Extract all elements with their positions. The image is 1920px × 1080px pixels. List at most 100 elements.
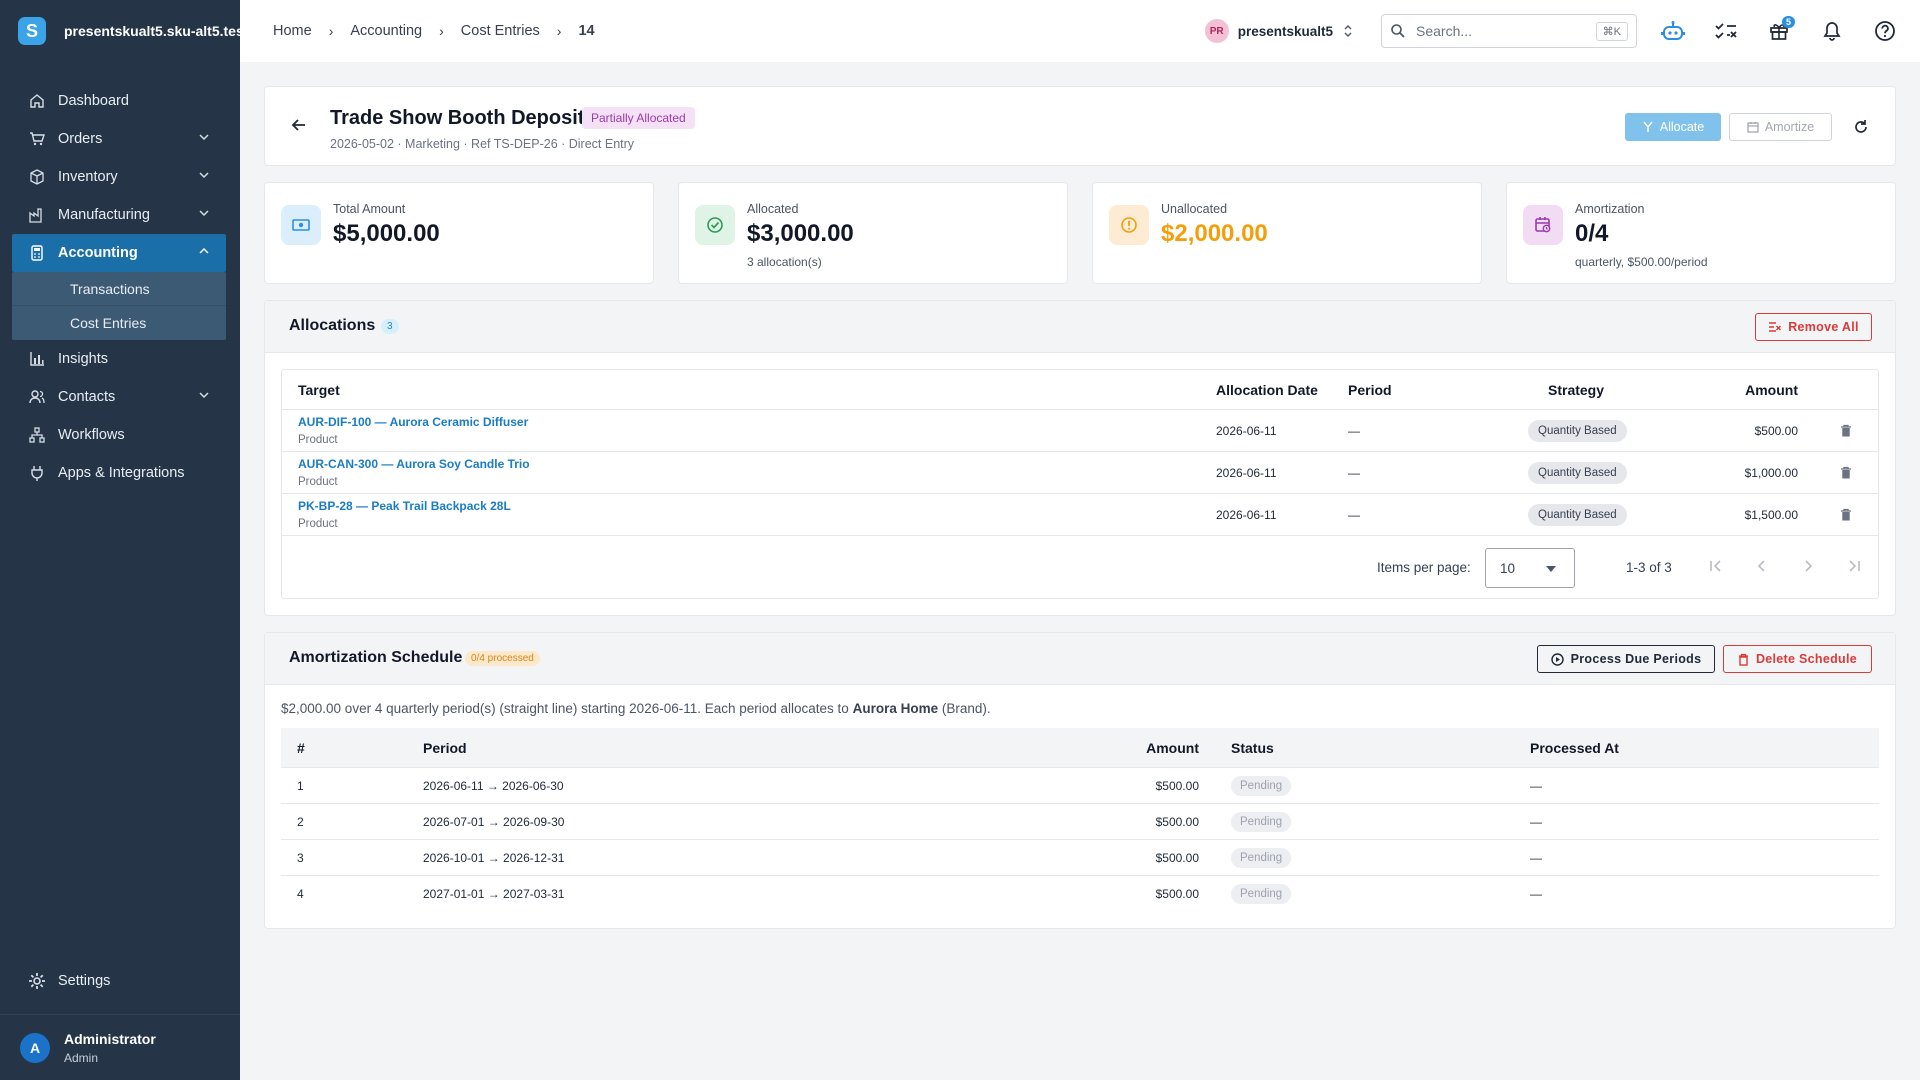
remove-all-button[interactable]: Remove All [1755, 313, 1872, 341]
user-profile[interactable]: A Administrator Admin [0, 1014, 240, 1080]
sidebar: S presentskualt5.sku-alt5.test Dashboard… [0, 0, 240, 1080]
sidebar-item-label: Orders [58, 131, 103, 147]
caret-down-icon [1546, 566, 1556, 572]
page-range: 1-3 of 3 [1626, 559, 1672, 575]
cost-entry-header: Trade Show Booth Deposit Partially Alloc… [264, 86, 1896, 166]
sidebar-item-dashboard[interactable]: Dashboard [0, 82, 240, 120]
chevron-down-icon [198, 389, 210, 401]
target-link[interactable]: PK-BP-28 — Peak Trail Backpack 28L [298, 499, 511, 513]
col-amount: Amount [1146, 739, 1199, 756]
alert-circle-icon [1109, 205, 1149, 245]
whats-new-button[interactable]: 5 [1761, 13, 1797, 49]
help-button[interactable] [1867, 13, 1903, 49]
org-switcher[interactable]: PR presentskualt5 [1204, 19, 1353, 43]
search-input[interactable]: Search... [1416, 23, 1596, 39]
search-icon [1390, 23, 1406, 39]
sidebar-nav: Dashboard Orders Inventory Manufacturing… [0, 82, 240, 492]
delete-schedule-label: Delete Schedule [1755, 652, 1858, 666]
people-icon [28, 388, 46, 406]
breadcrumb-cost-entries[interactable]: Cost Entries [461, 23, 540, 39]
amortization-section: Amortization Schedule 0/4 processed Proc… [264, 632, 1896, 929]
topbar-actions: PR presentskualt5 Search... ⌘K 5 [1204, 0, 1920, 62]
sidebar-item-apps-integrations[interactable]: Apps & Integrations [0, 454, 240, 492]
sidebar-subitem-transactions[interactable]: Transactions [12, 272, 226, 306]
bell-icon [1823, 21, 1841, 41]
money-icon [281, 205, 321, 245]
period-number: 2 [297, 814, 304, 829]
sidebar-item-workflows[interactable]: Workflows [0, 416, 240, 454]
trash-icon[interactable] [1840, 410, 1852, 451]
sidebar-item-contacts[interactable]: Contacts [0, 378, 240, 416]
chevron-down-icon [198, 169, 210, 181]
status-badge: Pending [1231, 811, 1292, 832]
calendar-icon [1747, 121, 1759, 133]
trash-icon [1738, 653, 1749, 666]
col-strategy[interactable]: Strategy [1548, 370, 1604, 409]
search-bar[interactable]: Search... ⌘K [1381, 14, 1637, 48]
sidebar-item-orders[interactable]: Orders [0, 120, 240, 158]
topbar: Home › Accounting › Cost Entries › 14 PR… [240, 0, 1920, 62]
remove-all-label: Remove All [1788, 320, 1859, 334]
sidebar-item-label: Accounting [58, 245, 138, 261]
trash-icon[interactable] [1840, 494, 1852, 535]
sidebar-footer: Settings A Administrator Admin [0, 962, 240, 1080]
target-link[interactable]: AUR-CAN-300 — Aurora Soy Candle Trio [298, 457, 530, 471]
back-arrow-icon[interactable] [291, 117, 307, 133]
sidebar-item-label: Contacts [58, 389, 116, 405]
allocations-section: Allocations 3 Remove All Target Allocati… [264, 300, 1896, 616]
status-badge: Partially Allocated [582, 107, 695, 129]
table-row: 3 2026-10-01 → 2026-12-31 $500.00 Pendin… [281, 840, 1879, 876]
schedule-description-text: $2,000.00 over 4 quarterly period(s) (st… [281, 701, 849, 716]
sidebar-item-insights[interactable]: Insights [0, 340, 240, 378]
allocate-button[interactable]: Allocate [1625, 113, 1721, 141]
help-icon [1874, 20, 1896, 42]
sidebar-item-manufacturing[interactable]: Manufacturing [0, 196, 240, 234]
prev-page-icon[interactable] [1754, 558, 1770, 574]
allocation-date: 2026-06-11 [1216, 423, 1277, 438]
col-period[interactable]: Period [1348, 370, 1392, 409]
refresh-icon[interactable] [1853, 119, 1869, 135]
trash-icon[interactable] [1840, 452, 1852, 493]
col-target[interactable]: Target [298, 370, 340, 409]
table-header-row: # Period Amount Status Processed At [281, 728, 1879, 768]
app-logo[interactable]: S [18, 17, 46, 45]
col-allocation-date[interactable]: Allocation Date [1216, 370, 1318, 409]
next-page-icon[interactable] [1800, 558, 1816, 574]
sidebar-subitem-cost-entries[interactable]: Cost Entries [12, 306, 226, 340]
chevron-down-icon [198, 207, 210, 219]
delete-schedule-button[interactable]: Delete Schedule [1723, 645, 1872, 673]
period-amount: $500.00 [1155, 850, 1199, 865]
breadcrumb-home[interactable]: Home [273, 23, 312, 39]
last-page-icon[interactable] [1846, 558, 1862, 574]
calendar-clock-icon [1523, 205, 1563, 245]
allocation-date: 2026-06-11 [1216, 465, 1277, 480]
breadcrumb-current: 14 [578, 23, 595, 39]
breadcrumb-accounting[interactable]: Accounting [350, 23, 422, 39]
table-header-row: Target Allocation Date Period Strategy A… [282, 370, 1878, 410]
target-type: Product [298, 518, 338, 530]
allocation-amount: $1,000.00 [1744, 465, 1798, 480]
remove-list-icon [1768, 321, 1782, 333]
robot-icon [1661, 20, 1685, 42]
user-name: Administrator [64, 1030, 156, 1047]
period-range: 2027-01-01 → 2027-03-31 [423, 887, 565, 901]
stat-label: Total Amount [333, 202, 406, 216]
processed-at: — [1530, 850, 1542, 865]
check-circle-icon [695, 205, 735, 245]
col-amount[interactable]: Amount [1745, 370, 1798, 409]
period-amount: $500.00 [1155, 814, 1199, 829]
sidebar-item-settings[interactable]: Settings [0, 962, 240, 1000]
tasks-button[interactable] [1708, 13, 1744, 49]
stat-value: $2,000.00 [1161, 220, 1268, 247]
target-link[interactable]: AUR-DIF-100 — Aurora Ceramic Diffuser [298, 415, 528, 429]
notifications-button[interactable] [1814, 13, 1850, 49]
process-due-periods-button[interactable]: Process Due Periods [1537, 645, 1715, 673]
first-page-icon[interactable] [1708, 558, 1724, 574]
items-per-page-select[interactable]: 10 [1485, 548, 1575, 588]
sidebar-item-accounting[interactable]: Accounting [12, 234, 226, 272]
amortize-button[interactable]: Amortize [1729, 113, 1832, 141]
ai-assistant-button[interactable] [1655, 13, 1691, 49]
period-amount: $500.00 [1155, 778, 1199, 793]
stat-label: Unallocated [1161, 202, 1228, 216]
sidebar-item-inventory[interactable]: Inventory [0, 158, 240, 196]
